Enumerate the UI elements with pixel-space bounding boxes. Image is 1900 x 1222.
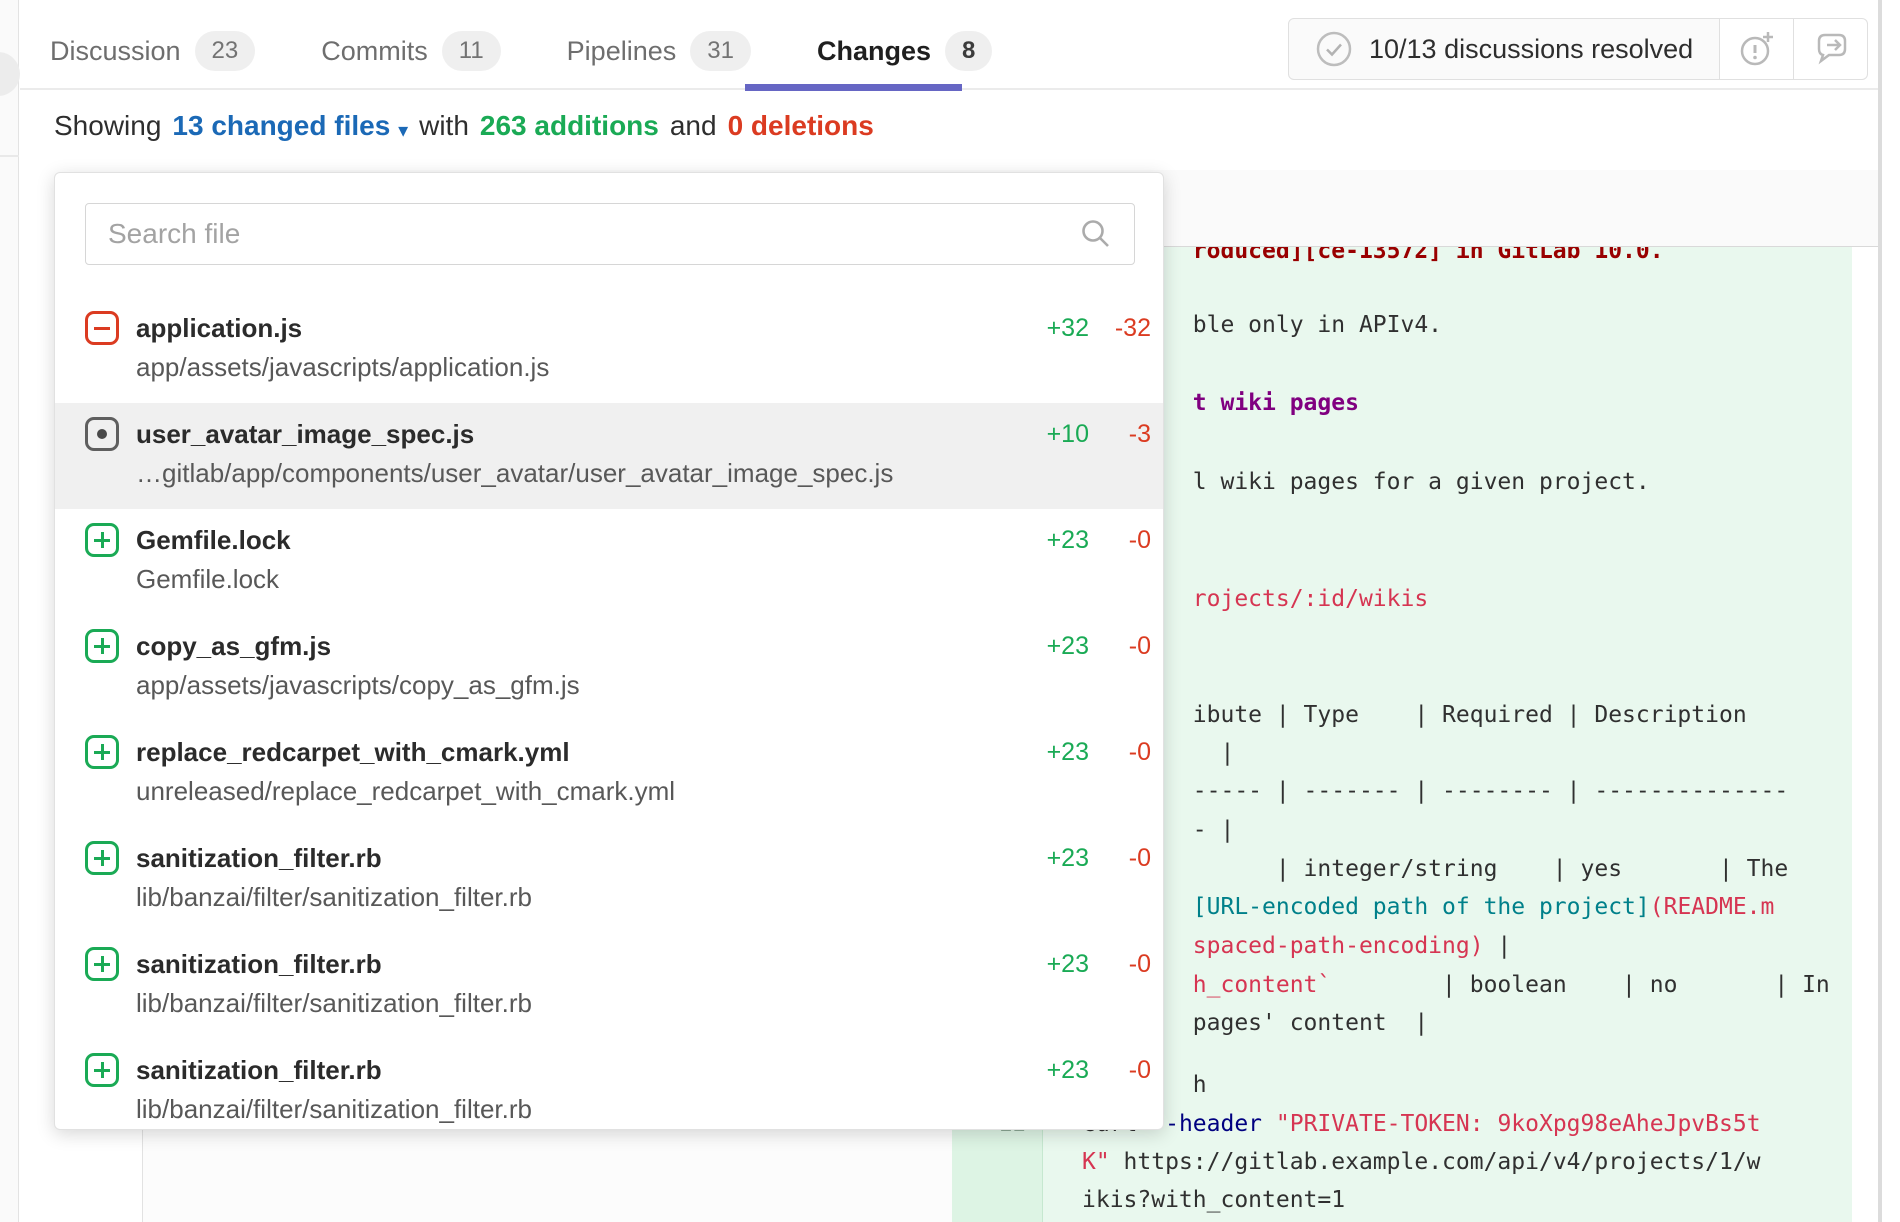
file-status-modified-icon	[85, 417, 119, 451]
file-status-added-icon	[85, 841, 119, 875]
search-icon	[1079, 217, 1113, 251]
chevron-down-icon: ▾	[398, 120, 408, 142]
file-additions-count: +23	[1013, 738, 1089, 767]
diff-line: ikis?with_content=1	[1082, 1181, 1345, 1220]
file-deletions-count: -3	[1089, 420, 1151, 449]
file-additions-count: +23	[1013, 526, 1089, 555]
summary-deletions: 0 deletions	[728, 110, 874, 142]
changed-file-row[interactable]: user_avatar_image_spec.js+10-3 …gitlab/ap…	[55, 403, 1164, 509]
file-deletions-count: -0	[1089, 950, 1151, 979]
collapsed-avatar-partial	[0, 52, 20, 96]
file-name: application.js	[136, 313, 1013, 344]
tab-count-badge: 11	[442, 31, 501, 71]
diff-line: | integer/string | yes | The	[1082, 850, 1788, 889]
changed-files-dropdown-panel: application.js+32-32 app/assets/javascrip…	[54, 172, 1164, 1130]
file-status-added-icon	[85, 735, 119, 769]
changed-file-row[interactable]: sanitization_filter.rb+23-0 lib/banzai/fi…	[55, 827, 1164, 933]
file-status-added-icon	[85, 629, 119, 663]
changed-file-row[interactable]: application.js+32-32 app/assets/javascrip…	[55, 297, 1164, 403]
summary-prefix: Showing	[54, 110, 161, 142]
file-deletions-count: -0	[1089, 844, 1151, 873]
file-path: lib/banzai/filter/sanitization_filter.rb	[136, 882, 1151, 913]
diff-line: h_content` | boolean | no | In	[1082, 966, 1830, 1005]
file-deletions-count: -0	[1089, 632, 1151, 661]
changed-file-row[interactable]: copy_as_gfm.js+23-0 app/assets/javascript…	[55, 615, 1164, 721]
discussions-resolved-label: 10/13 discussions resolved	[1369, 34, 1693, 65]
file-path: app/assets/javascripts/application.js	[136, 352, 1151, 383]
file-name: sanitization_filter.rb	[136, 949, 1013, 980]
file-status-deleted-icon	[85, 311, 119, 345]
tab-discussion[interactable]: Discussion 23	[50, 31, 255, 71]
file-name: replace_redcarpet_with_cmark.yml	[136, 737, 1013, 768]
left-rail	[0, 0, 19, 1222]
file-path: …gitlab/app/components/user_avatar/user_…	[136, 458, 1151, 489]
summary-additions: 263 additions	[480, 110, 659, 142]
page-right-border	[1878, 0, 1882, 1222]
diff-line: curl --header "PRIVATE-TOKEN: 9koXpg98eA…	[1082, 1105, 1761, 1144]
file-path: lib/banzai/filter/sanitization_filter.rb	[136, 988, 1151, 1019]
file-additions-count: +23	[1013, 1056, 1089, 1085]
file-deletions-count: -0	[1089, 526, 1151, 555]
discussions-toolbar: 10/13 discussions resolved	[1288, 18, 1868, 80]
tab-label: Commits	[321, 36, 428, 67]
summary-with: with	[419, 110, 469, 142]
diff-line: [URL-encoded path of the project](README…	[1082, 888, 1774, 927]
file-name: user_avatar_image_spec.js	[136, 419, 1013, 450]
file-name: Gemfile.lock	[136, 525, 1013, 556]
file-additions-count: +23	[1013, 844, 1089, 873]
file-path: unreleased/replace_redcarpet_with_cmark.…	[136, 776, 1151, 807]
jump-to-next-discussion-button[interactable]	[1794, 18, 1868, 80]
file-status-added-icon	[85, 523, 119, 557]
diff-line: l wiki pages for a given project.	[1082, 463, 1650, 502]
changed-file-list: application.js+32-32 app/assets/javascrip…	[55, 297, 1164, 1130]
file-name: copy_as_gfm.js	[136, 631, 1013, 662]
changed-files-dropdown-toggle[interactable]: 13 changed files ▾	[172, 110, 408, 142]
changed-file-row[interactable]: replace_redcarpet_with_cmark.yml+23-0 unr…	[55, 721, 1164, 827]
next-discussion-icon	[1809, 27, 1853, 71]
summary-and: and	[670, 110, 717, 142]
active-tab-underline	[745, 84, 962, 91]
mr-tabbar: Discussion 23 Commits 11 Pipelines 31 Changes 8	[50, 14, 992, 88]
tab-label: Discussion	[50, 36, 181, 67]
file-additions-count: +23	[1013, 950, 1089, 979]
file-name: sanitization_filter.rb	[136, 1055, 1013, 1086]
changes-summary: Showing 13 changed files ▾ with 263 addi…	[54, 110, 874, 142]
file-additions-count: +23	[1013, 632, 1089, 661]
changed-file-row[interactable]: Gemfile.lock+23-0Gemfile.lock	[55, 509, 1164, 615]
check-circle-icon	[1315, 30, 1353, 68]
tab-count-badge: 31	[690, 31, 751, 71]
discussions-resolved-status: 10/13 discussions resolved	[1288, 18, 1720, 80]
file-deletions-count: -0	[1089, 1056, 1151, 1085]
file-deletions-count: -0	[1089, 738, 1151, 767]
diff-added-code-pane: roduced][ce-13572] in GitLab 10.0. ble o…	[1043, 247, 1852, 1222]
file-status-added-icon	[85, 1053, 119, 1087]
file-path: lib/banzai/filter/sanitization_filter.rb	[136, 1094, 1151, 1125]
tab-pipelines[interactable]: Pipelines 31	[567, 31, 751, 71]
tab-commits[interactable]: Commits 11	[321, 31, 500, 71]
merge-request-changes-page: Discussion 23 Commits 11 Pipelines 31 Changes 8…	[0, 0, 1900, 1222]
changed-file-row[interactable]: sanitization_filter.rb+23-0 lib/banzai/fi…	[55, 1039, 1164, 1130]
tab-count-badge: 23	[195, 31, 256, 71]
resolve-in-new-issue-button[interactable]	[1720, 18, 1794, 80]
tab-label: Pipelines	[567, 36, 677, 67]
file-deletions-count: -32	[1089, 314, 1151, 343]
new-issue-icon	[1735, 27, 1779, 71]
rail-divider	[0, 155, 19, 157]
file-path: app/assets/javascripts/copy_as_gfm.js	[136, 670, 1151, 701]
file-search	[85, 203, 1135, 265]
diff-line: roduced][ce-13572] in GitLab 10.0.	[1082, 247, 1664, 271]
diff-line: ----- | ------- | -------- | -----------…	[1082, 772, 1788, 811]
diff-line: ibute | Type | Required | Description	[1082, 696, 1747, 735]
changed-file-row[interactable]: sanitization_filter.rb+23-0 lib/banzai/fi…	[55, 933, 1164, 1039]
tab-changes[interactable]: Changes 8	[817, 31, 992, 71]
file-search-input[interactable]	[85, 203, 1135, 265]
file-additions-count: +32	[1013, 314, 1089, 343]
file-status-added-icon	[85, 947, 119, 981]
diff-line: K" https://gitlab.example.com/api/v4/pro…	[1082, 1143, 1761, 1182]
file-path: Gemfile.lock	[136, 564, 1151, 595]
file-additions-count: +10	[1013, 420, 1089, 449]
file-name: sanitization_filter.rb	[136, 843, 1013, 874]
tab-label: Changes	[817, 36, 931, 67]
tab-count-badge: 8	[945, 31, 992, 71]
